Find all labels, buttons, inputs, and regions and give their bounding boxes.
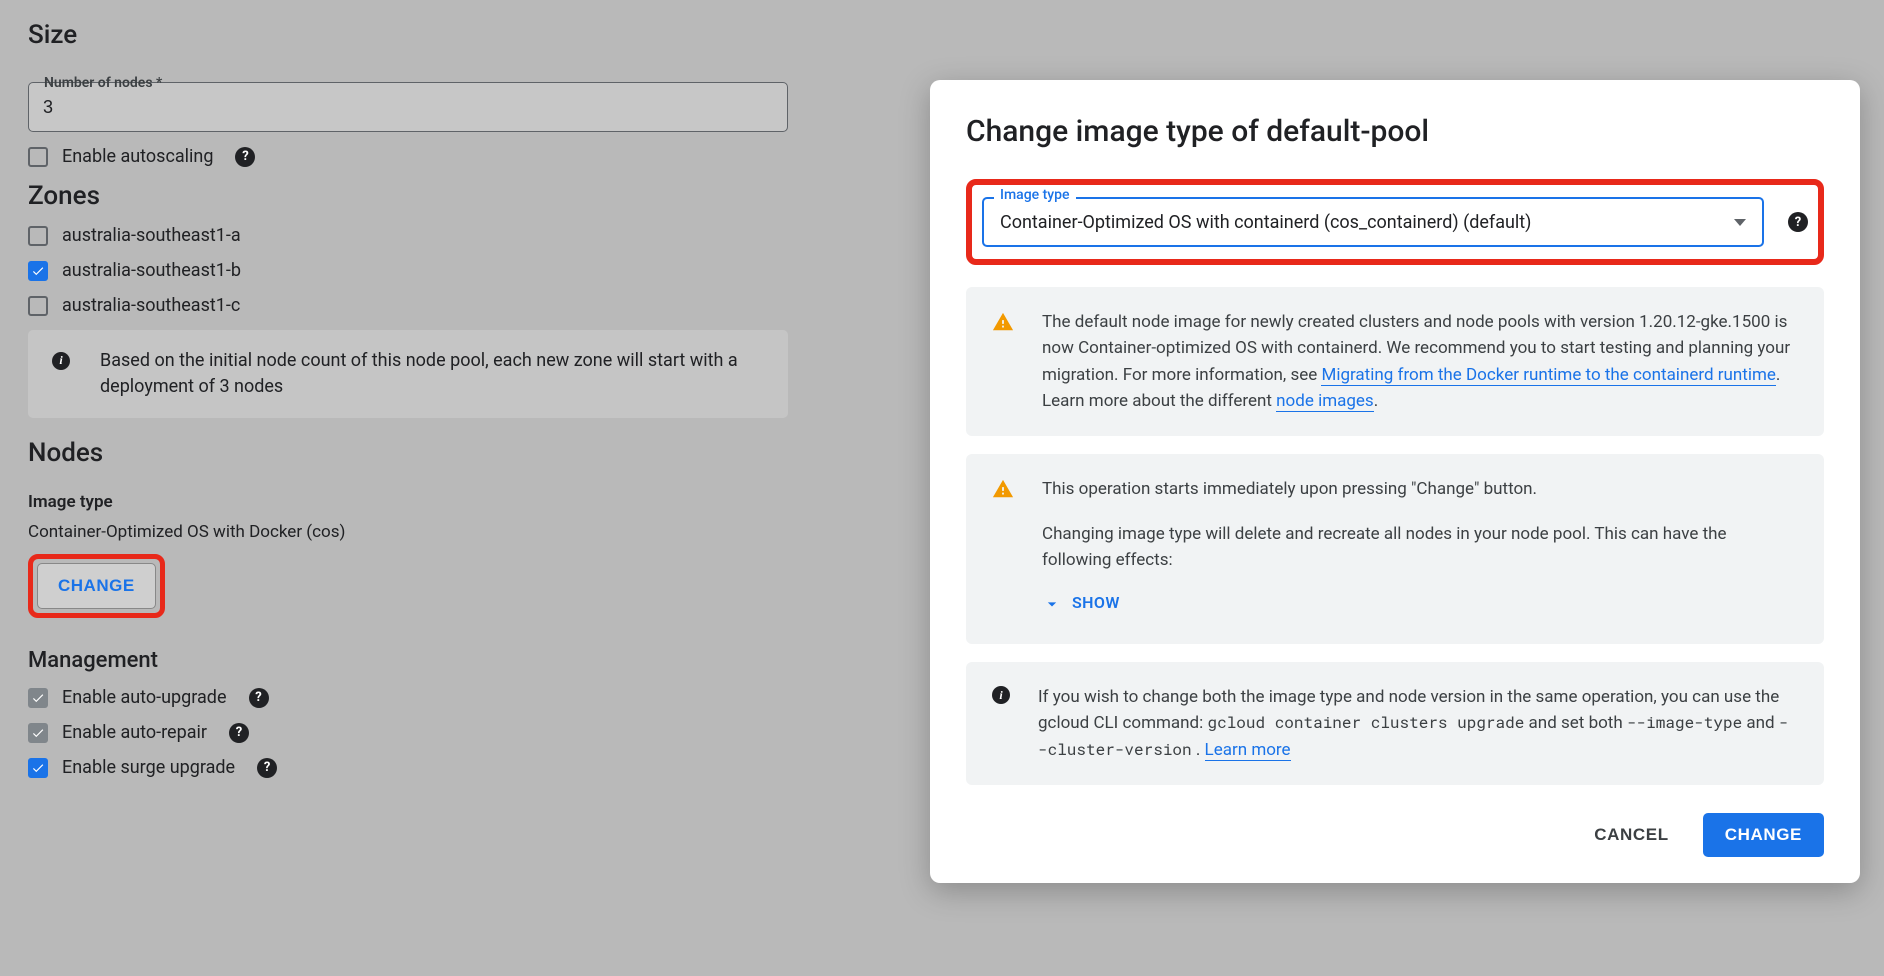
change-image-type-dialog: Change image type of default-pool Image … bbox=[930, 80, 1860, 883]
cancel-button[interactable]: CANCEL bbox=[1580, 815, 1682, 855]
help-icon[interactable]: ? bbox=[235, 147, 255, 167]
chevron-down-icon bbox=[1042, 594, 1062, 614]
confirm-change-button[interactable]: CHANGE bbox=[1703, 813, 1824, 857]
migration-notice: The default node image for newly created… bbox=[966, 287, 1824, 436]
auto-repair-row: Enable auto-repair ? bbox=[28, 722, 672, 743]
help-icon[interactable]: ? bbox=[257, 758, 277, 778]
node-pool-form: Size Number of nodes * Enable autoscalin… bbox=[0, 0, 700, 802]
image-type-select-highlight: Image type Container-Optimized OS with c… bbox=[966, 179, 1824, 265]
zone-row-1[interactable]: australia-southeast1-b bbox=[28, 260, 672, 281]
image-type-value: Container-Optimized OS with Docker (cos) bbox=[28, 522, 672, 542]
surge-upgrade-label: Enable surge upgrade bbox=[62, 757, 235, 778]
help-icon[interactable]: ? bbox=[229, 723, 249, 743]
zone-row-2[interactable]: australia-southeast1-c bbox=[28, 295, 672, 316]
auto-repair-label: Enable auto-repair bbox=[62, 722, 207, 743]
cli-command-code: gcloud container clusters upgrade bbox=[1207, 712, 1524, 733]
image-type-select-wrap: Image type Container-Optimized OS with c… bbox=[982, 197, 1764, 247]
nodes-heading: Nodes bbox=[28, 438, 672, 468]
surge-upgrade-checkbox[interactable] bbox=[28, 758, 48, 778]
num-nodes-label: Number of nodes * bbox=[40, 75, 166, 91]
zones-info-box: i Based on the initial node count of thi… bbox=[28, 330, 788, 418]
zone-label: australia-southeast1-c bbox=[62, 295, 240, 316]
info-icon: i bbox=[992, 686, 1010, 704]
surge-upgrade-row[interactable]: Enable surge upgrade ? bbox=[28, 757, 672, 778]
zone-checkbox[interactable] bbox=[28, 226, 48, 246]
chevron-down-icon bbox=[1734, 219, 1746, 226]
show-effects-toggle[interactable]: SHOW bbox=[1042, 591, 1120, 616]
learn-more-link[interactable]: Learn more bbox=[1205, 740, 1291, 761]
zones-heading: Zones bbox=[28, 181, 672, 211]
dialog-title: Change image type of default-pool bbox=[966, 114, 1824, 149]
check-icon bbox=[31, 264, 45, 278]
image-type-select[interactable]: Container-Optimized OS with containerd (… bbox=[982, 197, 1764, 247]
migration-notice-text: The default node image for newly created… bbox=[1042, 309, 1798, 414]
autoscaling-label: Enable autoscaling bbox=[62, 146, 213, 167]
zones-info-text: Based on the initial node count of this … bbox=[100, 348, 764, 400]
migrating-link[interactable]: Migrating from the Docker runtime to the… bbox=[1321, 365, 1775, 386]
cli-info-notice: i If you wish to change both the image t… bbox=[966, 662, 1824, 785]
zone-checkbox[interactable] bbox=[28, 296, 48, 316]
cli-info-text: If you wish to change both the image typ… bbox=[1038, 684, 1798, 763]
help-icon[interactable]: ? bbox=[1788, 212, 1808, 232]
management-heading: Management bbox=[28, 648, 672, 673]
info-icon: i bbox=[52, 352, 70, 370]
auto-repair-checkbox bbox=[28, 723, 48, 743]
operation-warning-notice: This operation starts immediately upon p… bbox=[966, 454, 1824, 644]
help-icon[interactable]: ? bbox=[249, 688, 269, 708]
cli-flag-code: --image-type bbox=[1627, 712, 1742, 733]
auto-upgrade-label: Enable auto-upgrade bbox=[62, 687, 227, 708]
auto-upgrade-checkbox bbox=[28, 688, 48, 708]
check-icon bbox=[31, 726, 45, 740]
zone-label: australia-southeast1-a bbox=[62, 225, 241, 246]
warning-icon bbox=[992, 478, 1014, 508]
check-icon bbox=[31, 761, 45, 775]
dialog-actions: CANCEL CHANGE bbox=[966, 813, 1824, 857]
size-heading: Size bbox=[28, 20, 672, 50]
warning-icon bbox=[992, 311, 1014, 341]
autoscaling-checkbox[interactable] bbox=[28, 147, 48, 167]
autoscaling-row[interactable]: Enable autoscaling ? bbox=[28, 146, 672, 167]
auto-upgrade-row: Enable auto-upgrade ? bbox=[28, 687, 672, 708]
change-image-type-button[interactable]: CHANGE bbox=[37, 563, 156, 609]
change-button-highlight: CHANGE bbox=[28, 554, 165, 618]
zone-row-0[interactable]: australia-southeast1-a bbox=[28, 225, 672, 246]
zone-label: australia-southeast1-b bbox=[62, 260, 241, 281]
image-type-select-label: Image type bbox=[994, 187, 1076, 203]
image-type-select-value: Container-Optimized OS with containerd (… bbox=[1000, 212, 1531, 233]
operation-warning-text: This operation starts immediately upon p… bbox=[1042, 476, 1798, 622]
image-type-label: Image type bbox=[28, 492, 672, 512]
check-icon bbox=[31, 691, 45, 705]
node-images-link[interactable]: node images bbox=[1276, 391, 1374, 412]
zone-checkbox[interactable] bbox=[28, 261, 48, 281]
